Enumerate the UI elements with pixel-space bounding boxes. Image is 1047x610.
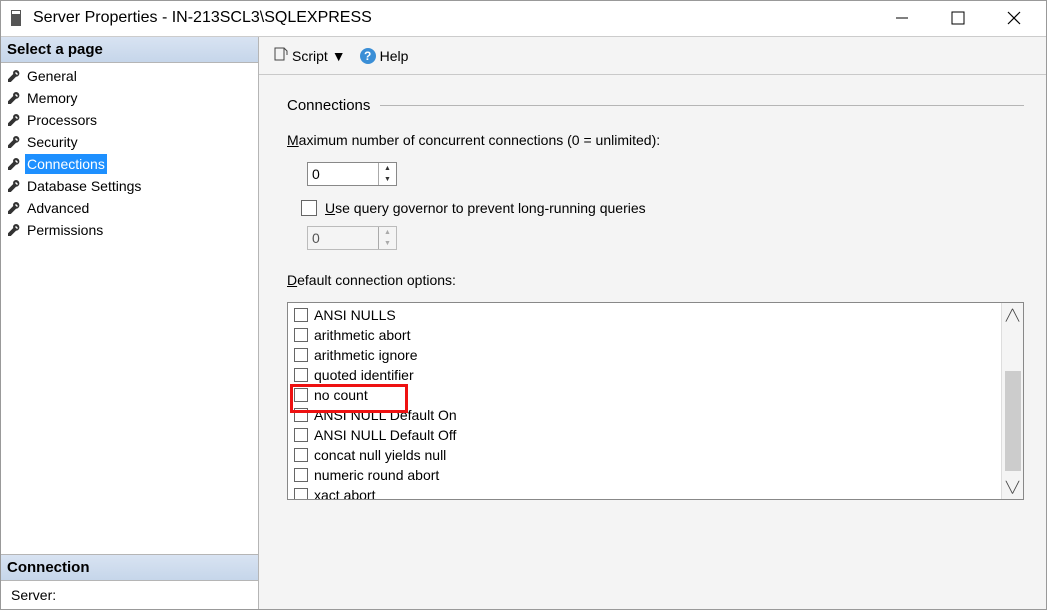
option-checkbox[interactable] xyxy=(294,328,308,342)
option-row-ansi-null-default-off[interactable]: ANSI NULL Default Off xyxy=(294,425,1001,445)
connection-header: Connection xyxy=(1,554,258,581)
option-checkbox[interactable] xyxy=(294,468,308,482)
page-list: GeneralMemoryProcessorsSecurityConnectio… xyxy=(1,63,258,243)
spinner-down-icon: ▼ xyxy=(379,238,396,249)
default-options-listbox[interactable]: ANSI NULLS arithmetic abort arithmetic ign… xyxy=(287,302,1024,500)
scroll-up-icon[interactable]: ╱╲ xyxy=(1002,303,1023,327)
option-label: quoted identifier xyxy=(314,367,414,383)
app-icon xyxy=(9,10,23,26)
option-row-arithmetic-ignore[interactable]: arithmetic ignore xyxy=(294,345,1001,365)
sidebar-item-general[interactable]: General xyxy=(1,65,258,87)
script-button[interactable]: Script ▼ xyxy=(271,44,349,67)
select-page-header: Select a page xyxy=(1,37,258,63)
query-governor-row: Use query governor to prevent long-runni… xyxy=(301,200,1024,216)
script-icon xyxy=(274,47,288,64)
query-governor-label: Use query governor to prevent long-runni… xyxy=(325,200,646,216)
option-checkbox[interactable] xyxy=(294,368,308,382)
sidebar-item-label: Database Settings xyxy=(25,176,143,196)
chevron-down-icon: ▼ xyxy=(332,48,346,64)
sidebar-item-label: General xyxy=(25,66,79,86)
options-list: ANSI NULLS arithmetic abort arithmetic ign… xyxy=(288,303,1001,499)
option-checkbox[interactable] xyxy=(294,408,308,422)
server-label: Server: xyxy=(11,587,56,603)
sidebar-item-permissions[interactable]: Permissions xyxy=(1,219,258,241)
sidebar-item-label: Processors xyxy=(25,110,99,130)
main-panel: Script ▼ ? Help Connections Maximum numb… xyxy=(259,37,1046,609)
wrench-icon xyxy=(7,223,21,237)
option-row-xact-abort[interactable]: xact abort xyxy=(294,485,1001,499)
wrench-icon xyxy=(7,201,21,215)
spinner-down-icon[interactable]: ▼ xyxy=(379,174,396,185)
max-connections-spinner[interactable]: ▲ ▼ xyxy=(307,162,397,186)
option-checkbox[interactable] xyxy=(294,348,308,362)
scroll-thumb[interactable] xyxy=(1005,371,1021,471)
governor-value-spinner: ▲ ▼ xyxy=(307,226,397,250)
option-checkbox[interactable] xyxy=(294,308,308,322)
option-row-quoted-identifier[interactable]: quoted identifier xyxy=(294,365,1001,385)
toolbar: Script ▼ ? Help xyxy=(259,37,1046,75)
wrench-icon xyxy=(7,179,21,193)
option-label: ANSI NULL Default On xyxy=(314,407,457,423)
sidebar-item-processors[interactable]: Processors xyxy=(1,109,258,131)
scroll-down-icon[interactable]: ╲╱ xyxy=(1002,475,1023,499)
option-row-ansi-nulls[interactable]: ANSI NULLS xyxy=(294,305,1001,325)
minimize-button[interactable] xyxy=(874,2,930,34)
option-checkbox[interactable] xyxy=(294,388,308,402)
content-area: Connections Maximum number of concurrent… xyxy=(259,75,1046,609)
option-checkbox[interactable] xyxy=(294,428,308,442)
option-checkbox[interactable] xyxy=(294,488,308,499)
sidebar-item-label: Security xyxy=(25,132,80,152)
wrench-icon xyxy=(7,113,21,127)
query-governor-checkbox[interactable] xyxy=(301,200,317,216)
option-label: ANSI NULLS xyxy=(314,307,396,323)
wrench-icon xyxy=(7,69,21,83)
spinner-up-icon[interactable]: ▲ xyxy=(379,163,396,174)
option-row-numeric-round-abort[interactable]: numeric round abort xyxy=(294,465,1001,485)
sidebar-item-label: Connections xyxy=(25,154,107,174)
default-options-row: Default connection options: xyxy=(287,272,1024,288)
max-connections-row: Maximum number of concurrent connections… xyxy=(287,132,1024,148)
option-row-ansi-null-default-on[interactable]: ANSI NULL Default On xyxy=(294,405,1001,425)
connections-section-header: Connections xyxy=(287,97,1024,114)
max-connections-input[interactable] xyxy=(308,163,378,185)
window-controls xyxy=(874,2,1042,34)
help-button[interactable]: ? Help xyxy=(357,45,412,67)
option-checkbox[interactable] xyxy=(294,448,308,462)
option-row-concat-null-yields-null[interactable]: concat null yields null xyxy=(294,445,1001,465)
sidebar: Select a page GeneralMemoryProcessorsSec… xyxy=(1,37,259,609)
close-button[interactable] xyxy=(986,2,1042,34)
wrench-icon xyxy=(7,135,21,149)
option-label: xact abort xyxy=(314,487,375,499)
sidebar-item-advanced[interactable]: Advanced xyxy=(1,197,258,219)
option-row-no-count[interactable]: no count xyxy=(294,385,1001,405)
server-properties-window: Server Properties - IN-213SCL3\SQLEXPRES… xyxy=(0,0,1047,610)
sidebar-item-label: Advanced xyxy=(25,198,91,218)
option-label: arithmetic abort xyxy=(314,327,410,343)
sidebar-item-connections[interactable]: Connections xyxy=(1,153,258,175)
window-title: Server Properties - IN-213SCL3\SQLEXPRES… xyxy=(33,9,874,27)
sidebar-item-security[interactable]: Security xyxy=(1,131,258,153)
governor-value-input xyxy=(308,227,378,249)
max-connections-label: Maximum number of concurrent connections… xyxy=(287,132,660,148)
sidebar-item-database-settings[interactable]: Database Settings xyxy=(1,175,258,197)
window-body: Select a page GeneralMemoryProcessorsSec… xyxy=(1,37,1046,609)
maximize-button[interactable] xyxy=(930,2,986,34)
option-label: arithmetic ignore xyxy=(314,347,418,363)
default-options-label: Default connection options: xyxy=(287,272,456,288)
help-icon: ? xyxy=(360,48,376,64)
option-label: concat null yields null xyxy=(314,447,446,463)
sidebar-item-label: Memory xyxy=(25,88,80,108)
option-label: ANSI NULL Default Off xyxy=(314,427,456,443)
wrench-icon xyxy=(7,157,21,171)
sidebar-item-memory[interactable]: Memory xyxy=(1,87,258,109)
titlebar: Server Properties - IN-213SCL3\SQLEXPRES… xyxy=(1,1,1046,37)
spinner-up-icon: ▲ xyxy=(379,227,396,238)
connection-section: Server: xyxy=(1,581,258,609)
option-row-arithmetic-abort[interactable]: arithmetic abort xyxy=(294,325,1001,345)
option-label: no count xyxy=(314,387,368,403)
options-scrollbar[interactable]: ╱╲ ╲╱ xyxy=(1001,303,1023,499)
option-label: numeric round abort xyxy=(314,467,439,483)
wrench-icon xyxy=(7,91,21,105)
sidebar-item-label: Permissions xyxy=(25,220,105,240)
